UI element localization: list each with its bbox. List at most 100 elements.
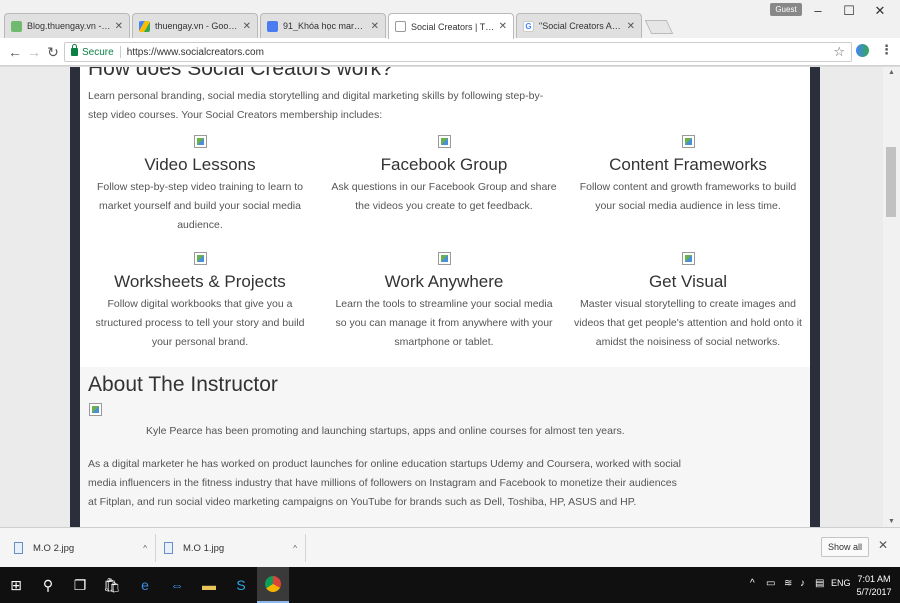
drive-icon: [139, 20, 150, 32]
address-bar[interactable]: Secure https://www.socialcreators.com ☆: [64, 42, 852, 62]
page-content: How does Social Creators work? Learn per…: [80, 67, 810, 527]
skype-icon[interactable]: S: [231, 575, 251, 595]
vertical-scrollbar[interactable]: ▲ ▼: [883, 67, 900, 527]
security-label: Secure: [82, 46, 114, 58]
feature-description: Master visual storytelling to create ima…: [574, 298, 802, 348]
store-icon[interactable]: 🛍: [102, 575, 122, 595]
tab-title: thuengay.vn - Google D: [155, 21, 239, 31]
profile-button[interactable]: Guest: [770, 3, 802, 16]
image-file-icon: [164, 542, 173, 554]
close-window-icon[interactable]: ✕: [866, 2, 894, 20]
feature-title: Facebook Group: [380, 155, 508, 174]
broken-image-icon: [681, 135, 695, 148]
windows-start-icon[interactable]: ⊞: [6, 575, 26, 595]
clock-time[interactable]: 7:01 AM: [854, 574, 894, 584]
broken-image-icon: [437, 135, 451, 148]
chevron-up-icon[interactable]: ^: [750, 578, 755, 589]
download-item[interactable]: M.O 2.jpg ^: [8, 534, 156, 562]
download-file-name: M.O 2.jpg: [33, 542, 75, 554]
close-icon[interactable]: ✕: [243, 21, 251, 32]
tab-title: Blog.thuengay.vn - Goo: [27, 21, 111, 31]
search-icon[interactable]: ⚲: [38, 575, 58, 595]
tab-google-docs[interactable]: 91_Khóa học marketing ✕: [260, 13, 386, 38]
volume-icon[interactable]: ♪: [800, 578, 805, 589]
feature-description: Follow step-by-step video training to le…: [96, 181, 304, 231]
page-viewport[interactable]: How does Social Creators work? Learn per…: [0, 67, 883, 527]
feature-description: Follow digital workbooks that give you a…: [95, 298, 305, 348]
new-tab-button[interactable]: [644, 20, 674, 34]
menu-icon[interactable]: ⋮: [880, 42, 893, 58]
battery-icon[interactable]: ▭: [766, 578, 775, 589]
broken-image-icon: [193, 135, 207, 148]
clock-date[interactable]: 5/7/2017: [854, 587, 894, 597]
close-icon[interactable]: ✕: [115, 21, 123, 32]
tab-blog-thuengay[interactable]: Blog.thuengay.vn - Goo ✕: [4, 13, 130, 38]
show-all-button[interactable]: Show all: [821, 537, 869, 557]
maximize-icon[interactable]: ☐: [835, 2, 863, 20]
chevron-up-icon[interactable]: ^: [293, 544, 297, 553]
tab-strip: Blog.thuengay.vn - Goo ✕ thuengay.vn - G…: [4, 13, 674, 39]
feature-content-frameworks: Content Frameworks Follow content and gr…: [574, 135, 802, 216]
language-indicator[interactable]: ENG: [831, 578, 851, 588]
close-icon[interactable]: ✕: [627, 21, 635, 32]
scrollbar-thumb[interactable]: [886, 147, 896, 217]
close-icon[interactable]: ✕: [371, 21, 379, 32]
minimize-icon[interactable]: –: [804, 2, 832, 20]
scroll-up-arrow-icon[interactable]: ▲: [888, 69, 895, 76]
feature-work-anywhere: Work Anywhere Learn the tools to streaml…: [330, 252, 558, 352]
chrome-icon: [265, 576, 281, 592]
close-icon[interactable]: ✕: [878, 538, 888, 552]
task-view-icon[interactable]: ❐: [70, 575, 90, 595]
tab-title: Social Creators | The Pe: [411, 21, 495, 32]
broken-image-icon: [89, 403, 102, 416]
feature-title: Worksheets & Projects: [114, 272, 286, 291]
back-icon[interactable]: ←: [6, 43, 24, 61]
reload-icon[interactable]: ↻: [44, 43, 62, 61]
feature-worksheets-projects: Worksheets & Projects Follow digital wor…: [86, 252, 314, 352]
notification-icon[interactable]: ▤: [815, 578, 824, 589]
tab-google-search[interactable]: G "Social Creators Acade ✕: [516, 13, 642, 38]
feature-description: Follow content and growth frameworks to …: [579, 181, 797, 212]
scroll-down-arrow-icon[interactable]: ▼: [888, 518, 895, 525]
teamviewer-icon[interactable]: ⇔: [167, 575, 187, 595]
docs-icon: [267, 20, 278, 32]
page-rail-left: [70, 67, 80, 527]
feature-video-lessons: Video Lessons Follow step-by-step video …: [86, 135, 314, 235]
section-heading: About The Instructor: [88, 373, 278, 396]
blogger-icon: [11, 20, 22, 32]
tab-google-drive[interactable]: thuengay.vn - Google D ✕: [132, 13, 258, 38]
chrome-taskbar-button[interactable]: [257, 567, 289, 603]
about-lead-text: Kyle Pearce has been promoting and launc…: [146, 425, 625, 437]
broken-image-icon: [681, 252, 695, 265]
close-icon[interactable]: ✕: [499, 21, 507, 32]
about-body-text: As a digital marketer he has worked on p…: [88, 458, 681, 508]
broken-image-icon: [193, 252, 207, 265]
extension-icon[interactable]: [856, 44, 869, 57]
url-text[interactable]: https://www.socialcreators.com: [127, 47, 264, 58]
google-icon: G: [523, 20, 534, 32]
download-file-name: M.O 1.jpg: [183, 542, 225, 554]
feature-description: Ask questions in our Facebook Group and …: [331, 181, 557, 212]
image-file-icon: [14, 542, 23, 554]
tab-social-creators[interactable]: Social Creators | The Pe ✕: [388, 13, 514, 39]
forward-icon[interactable]: →: [25, 43, 43, 61]
bookmark-star-icon[interactable]: ☆: [833, 44, 845, 60]
tab-title: 91_Khóa học marketing: [283, 21, 367, 31]
feature-title: Get Visual: [648, 272, 728, 291]
divider: [119, 46, 121, 58]
about-instructor-section: About The Instructor Kyle Pearce has bee…: [80, 367, 810, 527]
section-heading: How does Social Creators work?: [88, 67, 393, 80]
edge-icon[interactable]: e: [135, 575, 155, 595]
page-rail-right: [810, 67, 820, 527]
browser-title-bar: Blog.thuengay.vn - Goo ✕ thuengay.vn - G…: [0, 0, 900, 39]
feature-title: Video Lessons: [144, 155, 256, 174]
file-explorer-icon[interactable]: ▬: [199, 575, 219, 595]
feature-get-visual: Get Visual Master visual storytelling to…: [574, 252, 802, 352]
wifi-icon[interactable]: ≋: [784, 578, 792, 589]
chevron-up-icon[interactable]: ^: [143, 544, 147, 553]
feature-title: Content Frameworks: [609, 155, 767, 174]
download-shelf: M.O 2.jpg ^ M.O 1.jpg ^ Show all ✕: [0, 527, 900, 567]
page-icon: [395, 21, 406, 32]
download-item[interactable]: M.O 1.jpg ^: [158, 534, 306, 562]
feature-description: Learn the tools to streamline your socia…: [335, 298, 553, 348]
